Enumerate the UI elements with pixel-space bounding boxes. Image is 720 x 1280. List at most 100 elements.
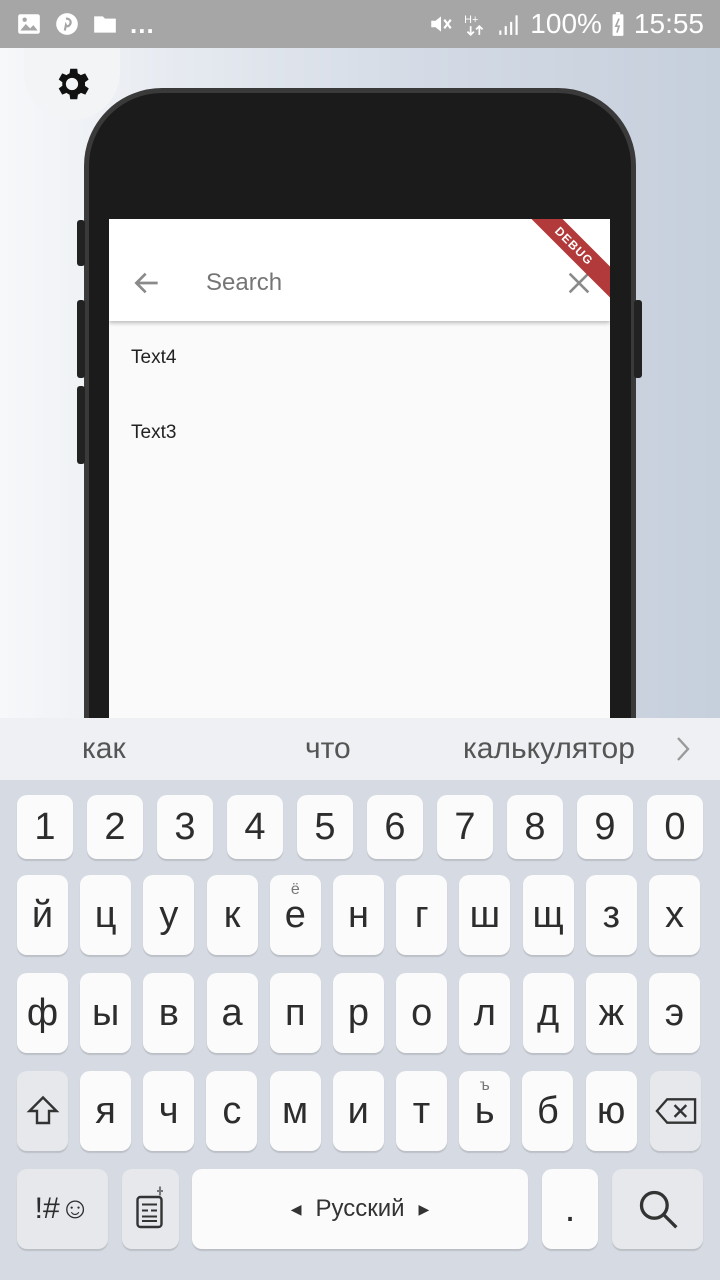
gallery-icon (18, 14, 40, 34)
device-power-button (634, 300, 642, 378)
key-х[interactable]: х (649, 875, 700, 955)
key-label: у (159, 893, 179, 936)
mute-icon (431, 16, 452, 32)
chevron-right-icon: ▶ (418, 1200, 430, 1217)
key-г[interactable]: г (396, 875, 448, 955)
key-ю[interactable]: ю (585, 1071, 637, 1151)
list-item[interactable]: Text3 (109, 396, 610, 471)
key-р[interactable]: р (333, 973, 384, 1053)
more-notifications: ... (130, 8, 155, 39)
key-label: 0 (664, 805, 686, 848)
suggestion[interactable]: что (305, 732, 351, 766)
symbols-key[interactable]: !#☺ (17, 1169, 108, 1249)
key-6[interactable]: 6 (367, 795, 423, 859)
key-label: м (282, 1089, 309, 1132)
chevron-right-icon[interactable] (670, 734, 694, 764)
gear-icon (58, 68, 89, 100)
key-ф[interactable]: ф (17, 973, 68, 1053)
search-placeholder[interactable]: Search (206, 269, 282, 297)
key-к[interactable]: к (206, 875, 258, 955)
key-ч[interactable]: ч (143, 1071, 195, 1151)
key-label: . (564, 1187, 576, 1230)
key-ь[interactable]: ьъ (459, 1071, 511, 1151)
key-с[interactable]: с (206, 1071, 258, 1151)
key-ц[interactable]: ц (80, 875, 132, 955)
key-о[interactable]: о (396, 973, 448, 1053)
shift-key[interactable] (17, 1071, 68, 1151)
search-app-bar: Search DEBUG (109, 219, 610, 321)
list-item[interactable]: Text4 (109, 321, 610, 396)
backspace-key[interactable] (650, 1071, 701, 1151)
backspace-icon (654, 1098, 696, 1124)
key-label: ф (26, 991, 59, 1034)
back-arrow-icon[interactable] (131, 267, 163, 299)
clipboard-key[interactable] (122, 1169, 179, 1249)
key-е[interactable]: её (269, 875, 321, 955)
key-9[interactable]: 9 (577, 795, 633, 859)
key-label: 5 (314, 805, 336, 848)
key-4[interactable]: 4 (227, 795, 283, 859)
key-8[interactable]: 8 (507, 795, 563, 859)
key-label: я (95, 1089, 116, 1132)
key-у[interactable]: у (143, 875, 195, 955)
key-з[interactable]: з (585, 875, 637, 955)
key-label: а (221, 991, 243, 1034)
key-label: 2 (104, 805, 126, 848)
key-2[interactable]: 2 (87, 795, 143, 859)
key-label: л (473, 991, 496, 1034)
suggestion[interactable]: калькулятор (463, 732, 635, 766)
key-й[interactable]: й (17, 875, 68, 955)
key-в[interactable]: в (143, 973, 195, 1053)
key-а[interactable]: а (206, 973, 258, 1053)
key-label: ж (598, 991, 624, 1034)
battery-percent: 100% (530, 8, 602, 39)
key-label: х (665, 893, 684, 936)
clock: 15:55 (633, 8, 704, 39)
key-label: т (412, 1089, 431, 1132)
key-3[interactable]: 3 (157, 795, 213, 859)
key-label: !#☺ (34, 1192, 91, 1225)
key-7[interactable]: 7 (437, 795, 493, 859)
key-label: и (347, 1089, 369, 1132)
key-б[interactable]: б (522, 1071, 574, 1151)
space-key[interactable]: ◀ Русский ▶ (192, 1169, 528, 1249)
key-alt-label: ё (290, 881, 300, 898)
key-э[interactable]: э (649, 973, 700, 1053)
key-я[interactable]: я (80, 1071, 131, 1151)
key-label: 3 (174, 805, 196, 848)
key-д[interactable]: д (522, 973, 574, 1053)
key-т[interactable]: т (396, 1071, 447, 1151)
device-side-button (77, 300, 85, 378)
key-label: к (223, 893, 241, 936)
key-label: й (31, 893, 54, 936)
key-л[interactable]: л (459, 973, 511, 1053)
shift-icon (26, 1095, 59, 1125)
key-п[interactable]: п (269, 973, 321, 1053)
search-key[interactable] (612, 1169, 703, 1249)
suggestion[interactable]: как (82, 732, 126, 766)
key-0[interactable]: 0 (647, 795, 703, 859)
key-label: 9 (594, 805, 616, 848)
key-щ[interactable]: щ (522, 875, 574, 955)
key-label: ч (158, 1089, 179, 1132)
key-1[interactable]: 1 (17, 795, 73, 859)
search-icon (639, 1190, 678, 1229)
key-м[interactable]: м (269, 1071, 321, 1151)
result-list: Text4 Text3 (109, 321, 610, 471)
settings-button[interactable] (24, 48, 120, 120)
key-и[interactable]: и (332, 1071, 384, 1151)
key-label: ц (94, 893, 117, 936)
key-label: з (602, 893, 621, 936)
key-label: н (348, 893, 369, 936)
period-key[interactable]: . (542, 1169, 598, 1249)
key-5[interactable]: 5 (297, 795, 353, 859)
key-ж[interactable]: ж (585, 973, 637, 1053)
key-н[interactable]: н (333, 875, 384, 955)
key-ш[interactable]: ш (459, 875, 511, 955)
key-label: 1 (34, 805, 56, 848)
key-label: с (222, 1089, 242, 1132)
language-label: Русский (315, 1195, 405, 1222)
key-label: 4 (244, 805, 266, 848)
key-label: щ (532, 893, 564, 936)
key-ы[interactable]: ы (80, 973, 132, 1053)
